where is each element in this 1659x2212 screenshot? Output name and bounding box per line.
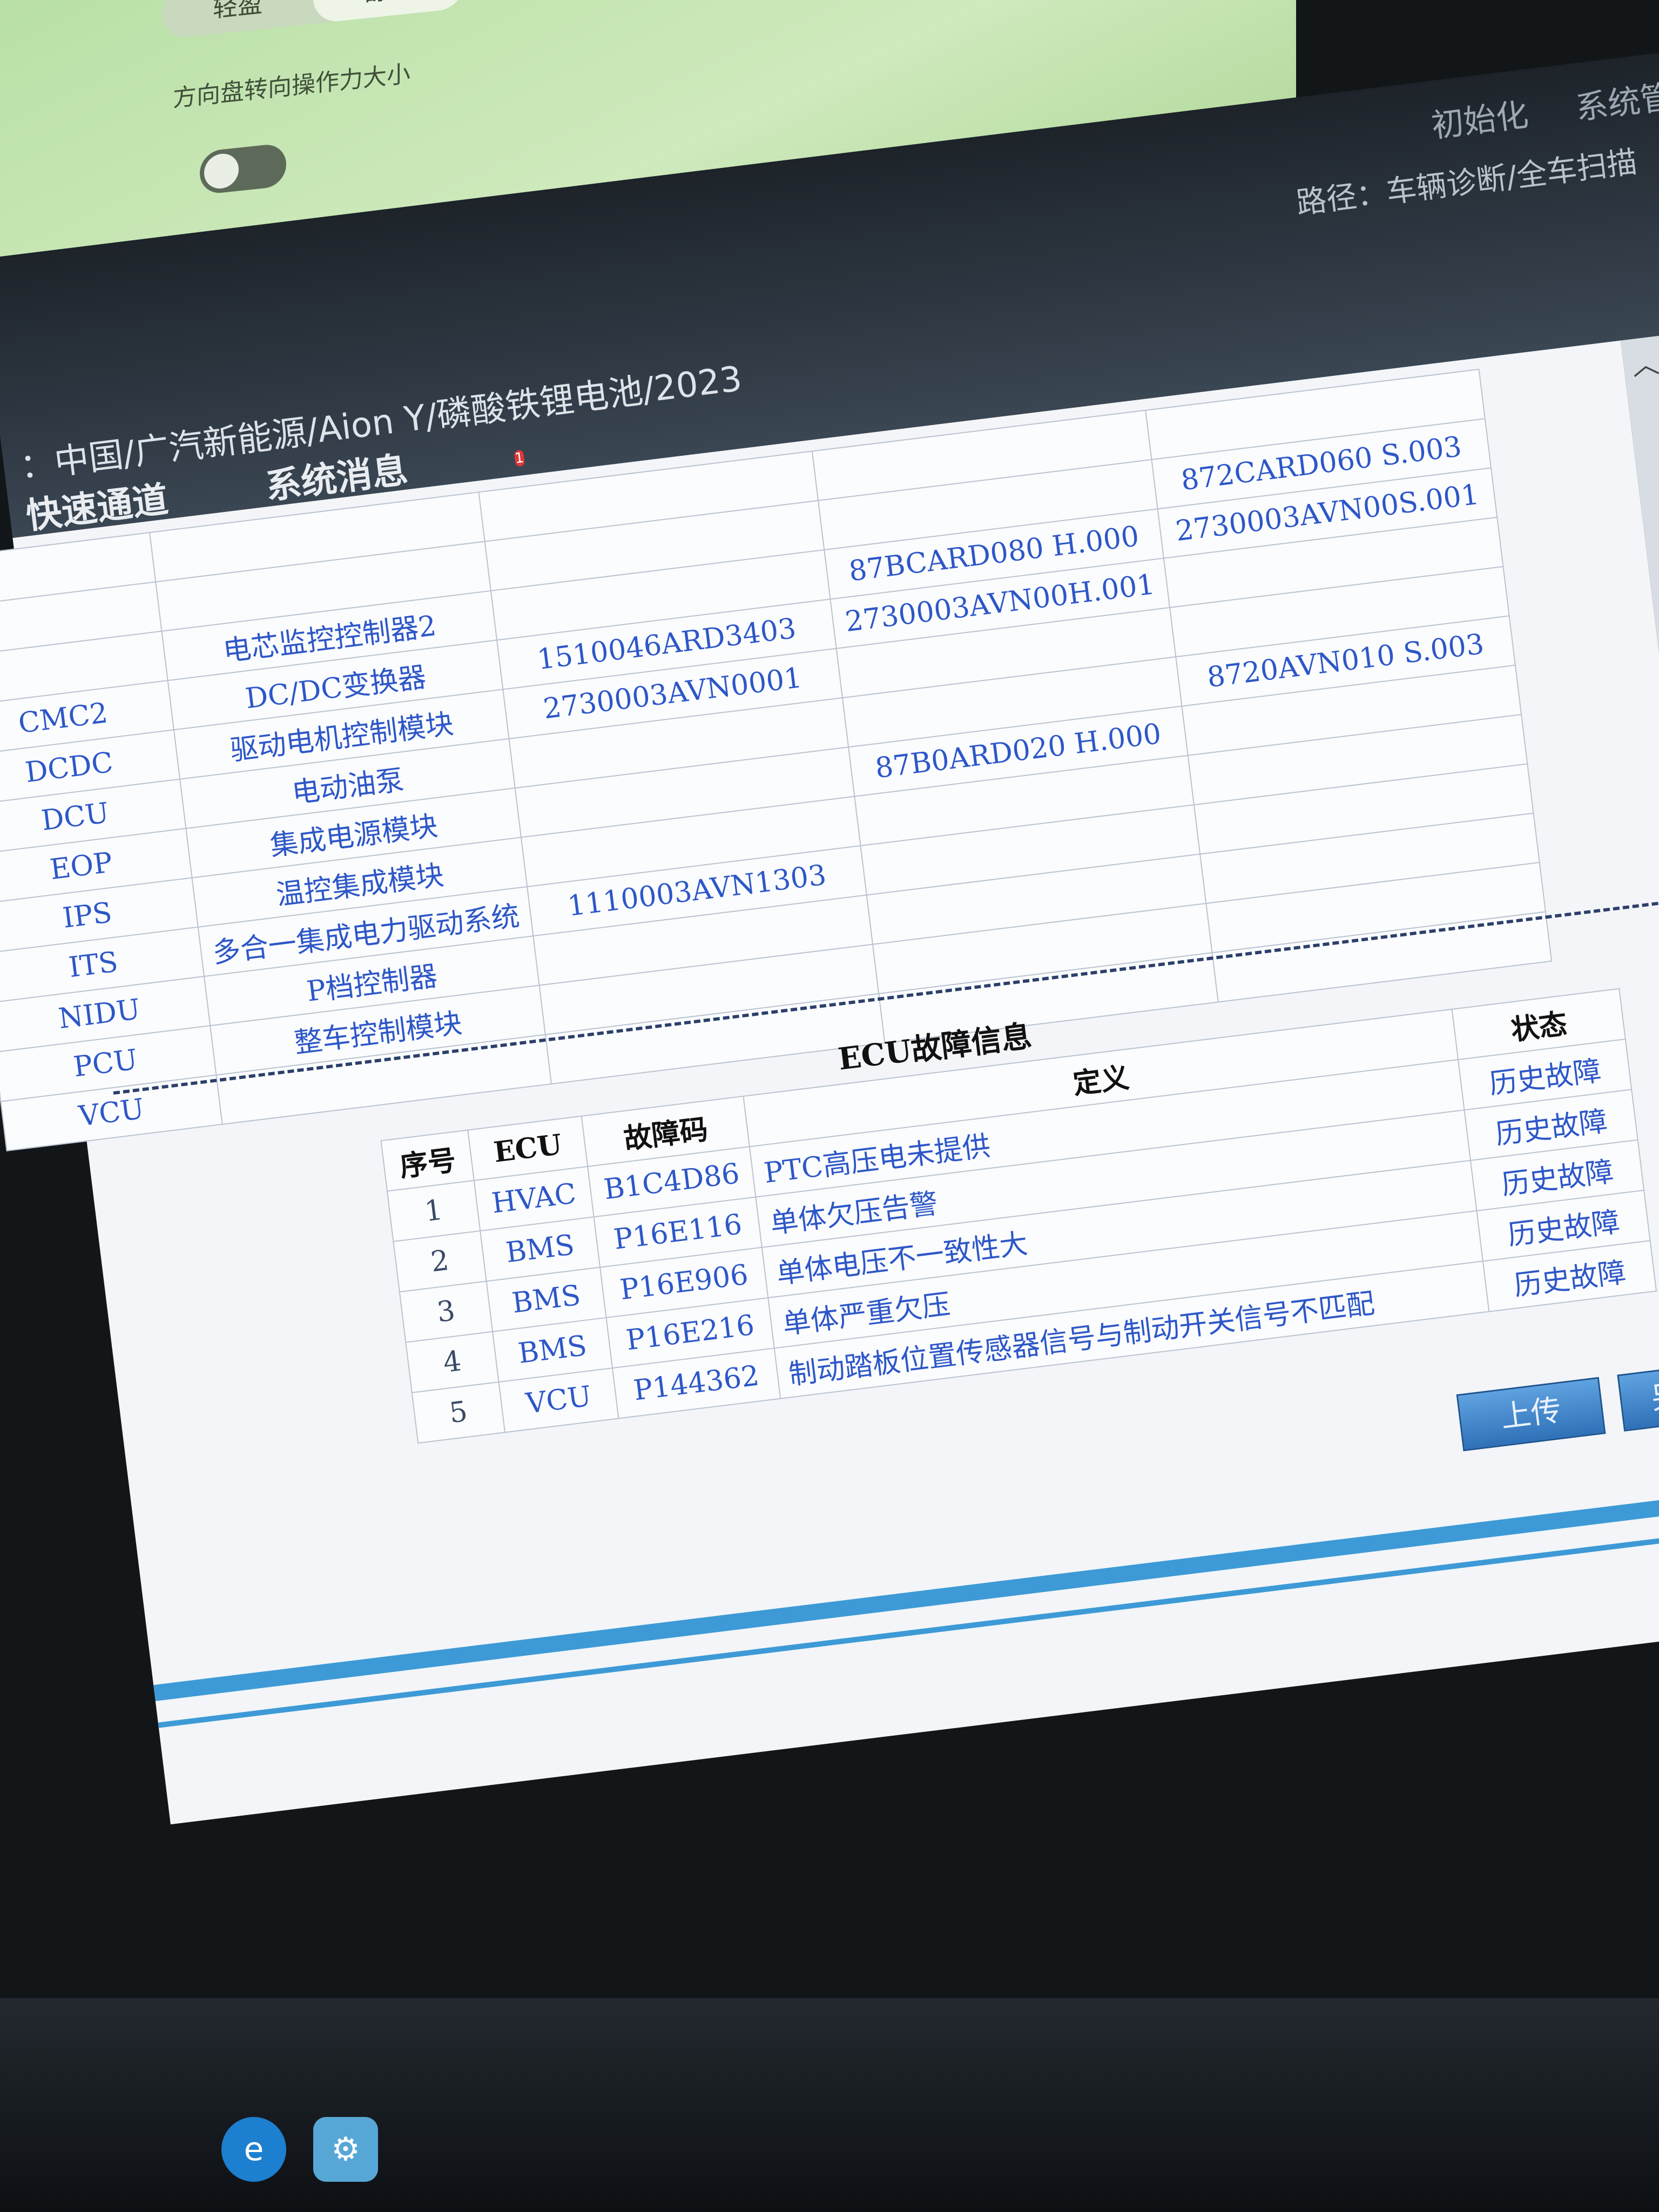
browser-icon[interactable]: e: [221, 2117, 286, 2182]
save-as-button[interactable]: 另存: [1617, 1360, 1659, 1432]
scroll-up-icon[interactable]: ︿: [1621, 341, 1659, 389]
steering-effort-label: 方向盘转向操作力大小: [173, 60, 410, 113]
option-light[interactable]: 轻盈: [162, 0, 313, 39]
option-comfort[interactable]: 舒适: [313, 0, 464, 24]
fault-no-cell: 5: [412, 1382, 505, 1444]
menu-system-management[interactable]: 系统管理: [1574, 74, 1659, 127]
top-menu: 初始化 系统管理: [1391, 67, 1659, 152]
panel-bottom-band: [153, 1487, 1659, 1701]
diagnostic-app-icon[interactable]: ⚙: [313, 2117, 378, 2182]
message-count-badge: 1: [514, 449, 525, 467]
steering-mode-segmented-control[interactable]: 轻盈 舒适: [162, 0, 464, 40]
upload-button[interactable]: 上传: [1456, 1377, 1606, 1452]
os-taskbar: e ⚙: [0, 1998, 1659, 2212]
scan-results-panel: 872CARD060 S.003 电芯监控控制器2 87BCARD080 H.000…: [0, 340, 1659, 1825]
diagnostic-app-window: 初始化 系统管理 路径：车辆诊断/全车扫描 ✕ ：中国/广汽新能源/Aion Y…: [0, 45, 1659, 1921]
menu-initialize[interactable]: 初始化: [1429, 96, 1530, 145]
panel-bottom-line: [158, 1525, 1659, 1728]
setting-toggle[interactable]: [200, 143, 286, 195]
breadcrumb-path: 路径：车辆诊断/全车扫描: [1294, 144, 1639, 221]
